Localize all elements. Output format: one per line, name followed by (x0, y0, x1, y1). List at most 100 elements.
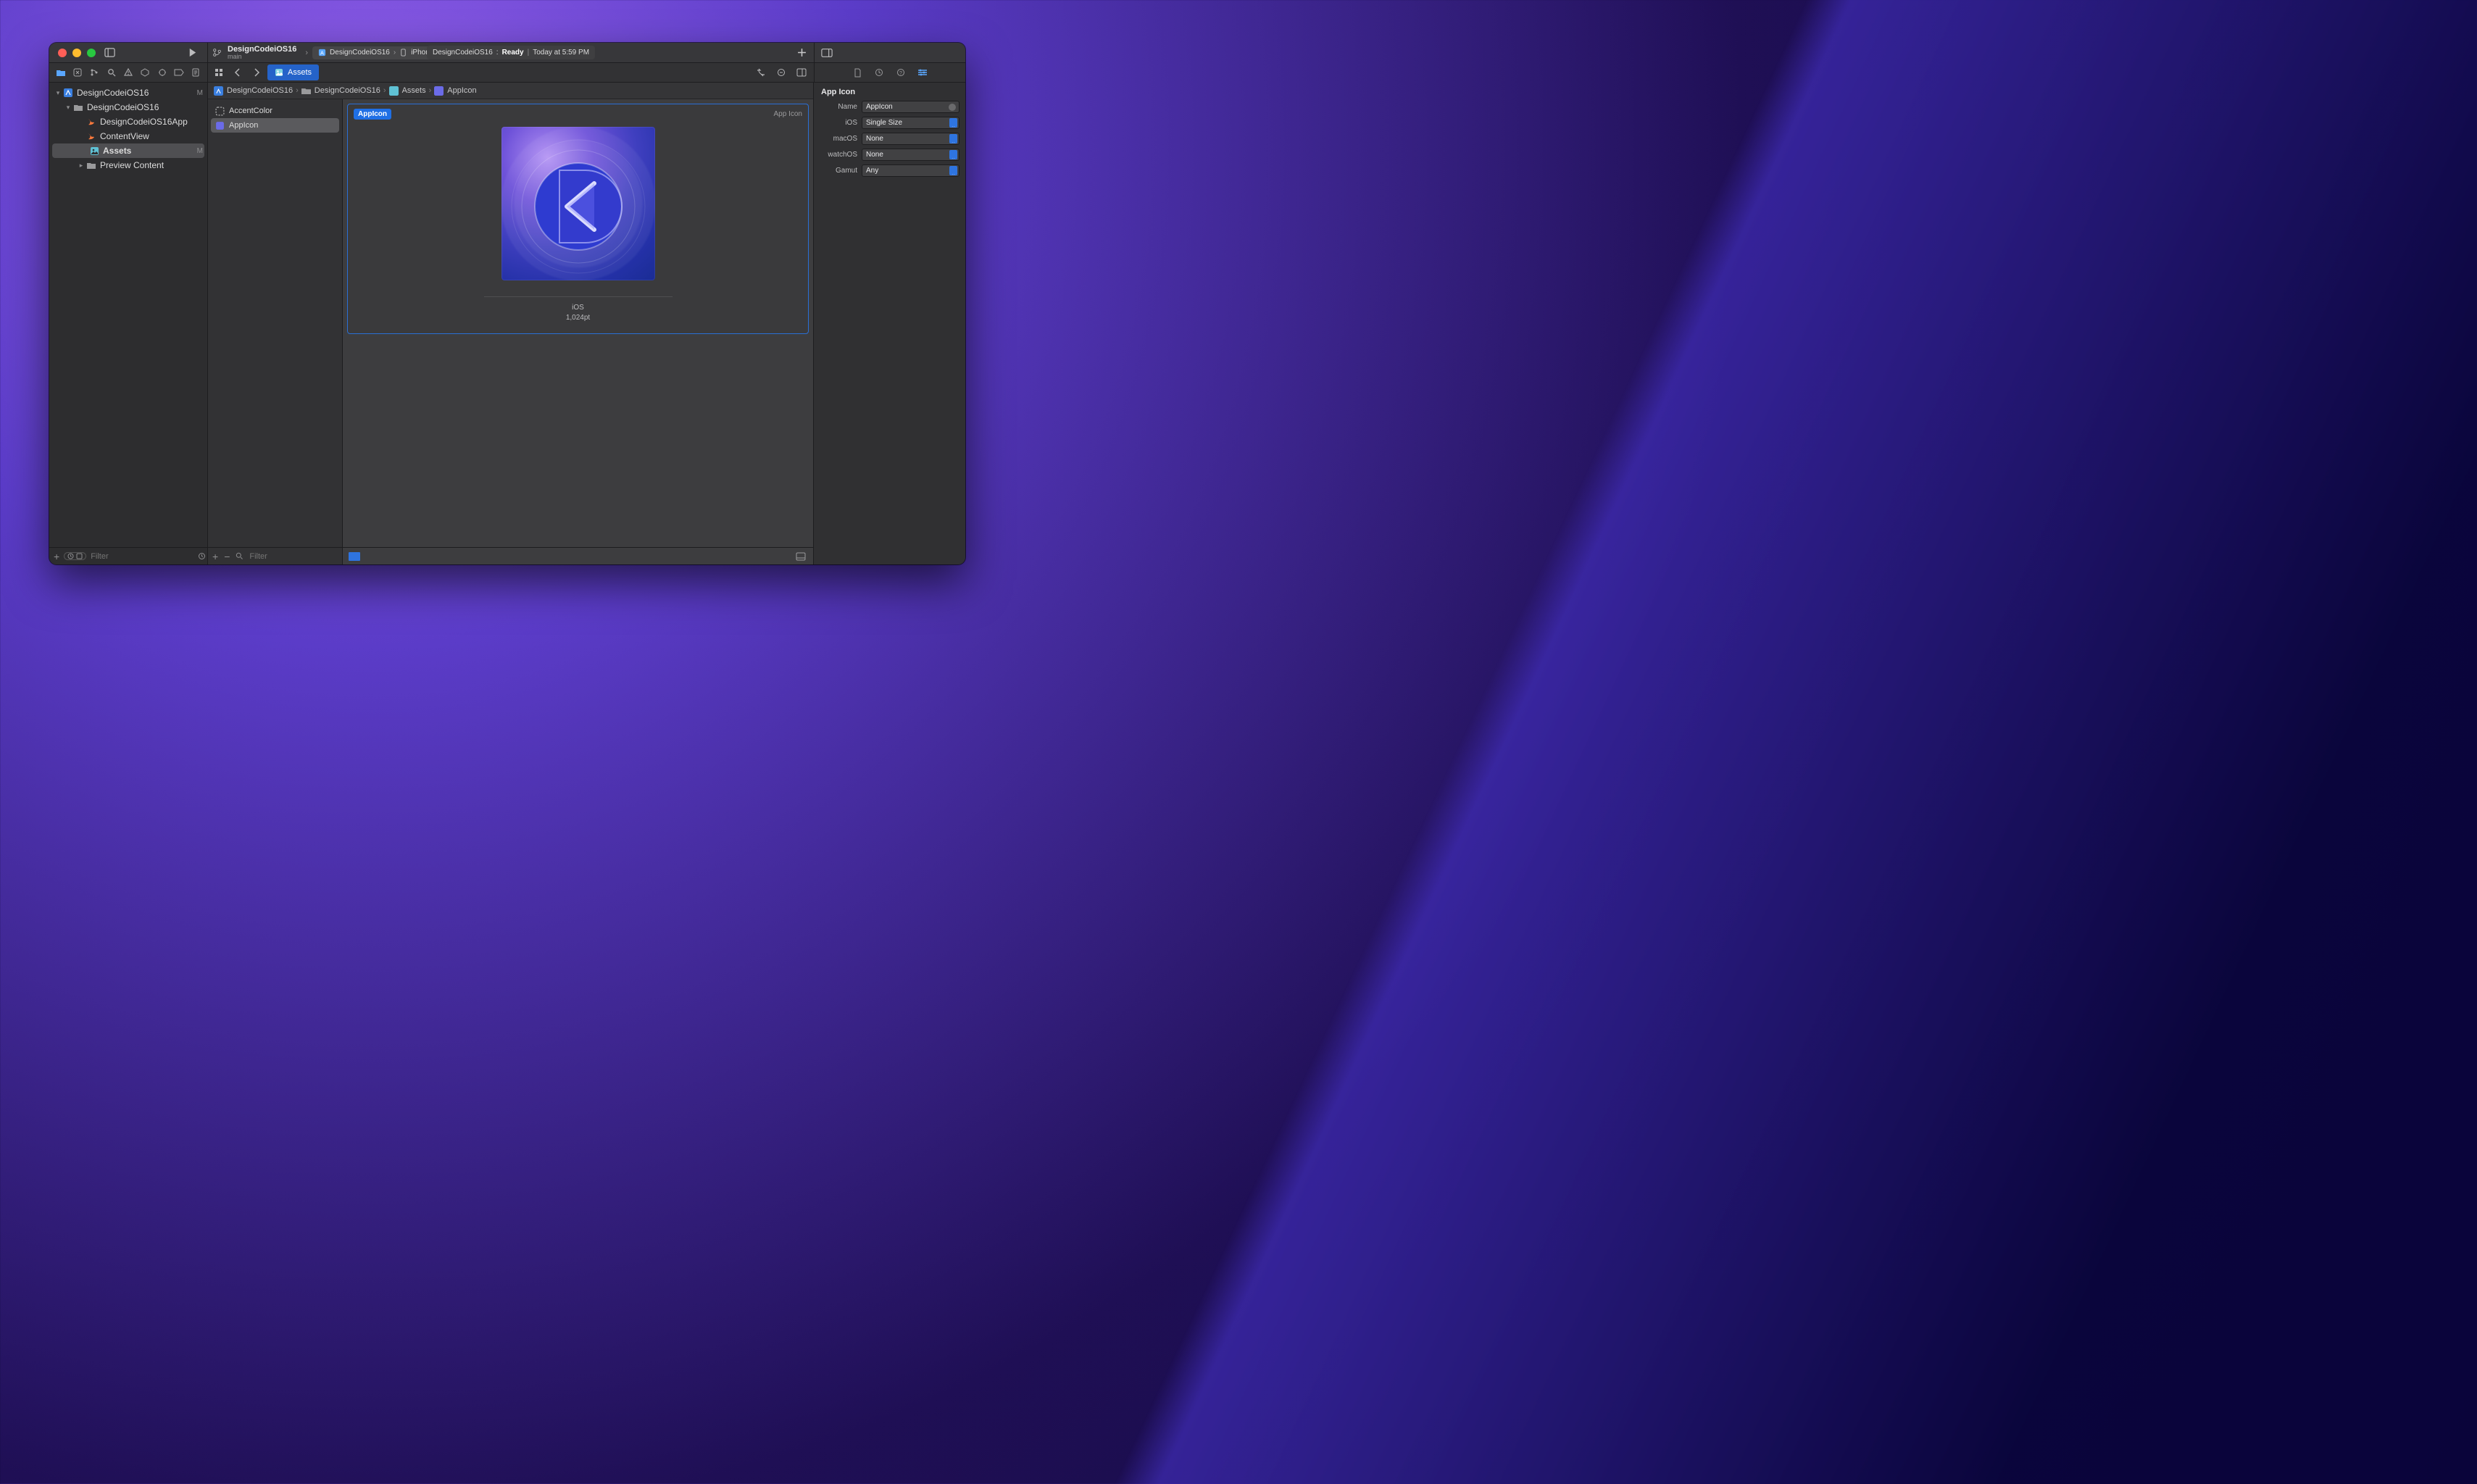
find-navigator-tab[interactable] (103, 64, 120, 80)
chevron-right-icon: › (394, 49, 396, 57)
help-inspector-tab[interactable]: ? (895, 68, 907, 77)
tree-assets-file[interactable]: Assets M (52, 143, 204, 158)
gamut-select[interactable]: Any (862, 164, 959, 177)
go-forward-button[interactable] (249, 64, 265, 80)
field-label: iOS (820, 119, 857, 127)
zoom-window-button[interactable] (87, 49, 96, 57)
run-button[interactable] (184, 46, 200, 60)
related-items-button[interactable] (211, 64, 227, 80)
asset-appicon[interactable]: AppIcon (211, 118, 339, 133)
asset-catalog-editor: AccentColor AppIcon + − (208, 99, 813, 564)
appicon-image-well[interactable] (501, 127, 655, 280)
device-icon (399, 49, 407, 57)
toggle-navigator-button[interactable] (101, 46, 117, 60)
appicon-set-icon (215, 121, 225, 130)
editor-tab-bar: Assets (208, 63, 814, 82)
window-body: ▾ DesignCodeiOS16 M ▾ DesignCodeiOS16 De… (49, 83, 965, 564)
editor-area: DesignCodeiOS16 › DesignCodeiOS16 › Asse… (208, 83, 814, 564)
tree-swift-file[interactable]: DesignCodeiOS16App (49, 114, 207, 129)
jumpbar-crumb[interactable]: Assets (389, 86, 426, 96)
titlebar-right (814, 43, 965, 62)
tree-project-root[interactable]: ▾ DesignCodeiOS16 M (49, 86, 207, 100)
attributes-inspector-tab[interactable] (917, 68, 928, 77)
toggle-debug-area-button[interactable] (794, 552, 807, 561)
add-file-button[interactable]: + (54, 551, 59, 562)
clear-icon[interactable] (949, 104, 956, 111)
go-back-button[interactable] (230, 64, 246, 80)
report-navigator-tab[interactable] (188, 64, 204, 80)
activity-status[interactable]: DesignCodeiOS16: Ready | Today at 5:59 P… (427, 46, 595, 59)
inspector-row-name: Name AppIcon (820, 101, 959, 113)
issue-navigator-tab[interactable] (120, 64, 136, 80)
project-navigator-tab[interactable] (52, 64, 69, 80)
adjust-editor-options-button[interactable] (773, 64, 789, 80)
inspector-selector-bar: ? (814, 63, 965, 82)
inspector-row-watchos: watchOS None (820, 149, 959, 161)
field-label: Gamut (820, 167, 857, 175)
project-name: DesignCodeiOS16 (228, 46, 296, 54)
editor-tab-label: Assets (288, 68, 312, 77)
jump-bar[interactable]: DesignCodeiOS16 › DesignCodeiOS16 › Asse… (208, 83, 813, 99)
xcode-project-icon (62, 87, 74, 99)
jumpbar-crumb[interactable]: DesignCodeiOS16 (301, 86, 380, 96)
source-control-navigator-tab[interactable] (69, 64, 86, 80)
jumpbar-crumb[interactable]: DesignCodeiOS16 (214, 86, 293, 96)
source-control-icon[interactable] (212, 48, 222, 57)
appicon-set-card[interactable]: AppIcon App Icon (347, 104, 809, 334)
tag-chip[interactable] (349, 552, 360, 561)
popup-indicator-icon (949, 118, 957, 128)
disclosure-triangle-icon[interactable]: ▾ (54, 89, 62, 97)
add-editor-right-button[interactable] (794, 64, 809, 80)
disclosure-triangle-icon[interactable]: ▾ (64, 104, 72, 112)
tree-swift-file[interactable]: ContentView (49, 129, 207, 143)
jumpbar-crumb[interactable]: AppIcon (434, 86, 476, 96)
inspector-section-title: App Icon (814, 83, 965, 101)
breakpoint-navigator-tab[interactable] (170, 64, 187, 80)
review-changes-button[interactable] (753, 64, 769, 80)
field-label: watchOS (820, 151, 857, 159)
editor-footer (343, 547, 813, 564)
clock-icon[interactable] (198, 552, 206, 560)
asset-outline-footer: + − (208, 547, 342, 564)
add-editor-button[interactable] (794, 48, 809, 57)
status-timestamp: Today at 5:59 PM (533, 49, 589, 57)
minimize-window-button[interactable] (72, 49, 81, 57)
inspector-row-ios: iOS Single Size (820, 117, 959, 129)
symbol-navigator-tab[interactable] (86, 64, 103, 80)
project-tree[interactable]: ▾ DesignCodeiOS16 M ▾ DesignCodeiOS16 De… (49, 83, 207, 547)
test-navigator-tab[interactable] (137, 64, 154, 80)
tree-node-label: DesignCodeiOS16 (87, 102, 159, 112)
asset-filter-input[interactable] (249, 552, 352, 561)
history-inspector-tab[interactable] (873, 68, 885, 77)
tree-folder[interactable]: ▸ Preview Content (49, 158, 207, 172)
name-field[interactable]: AppIcon (862, 101, 959, 113)
macos-select[interactable]: None (862, 133, 959, 145)
asset-accentcolor[interactable]: AccentColor (211, 104, 339, 118)
scheme-project-block[interactable]: DesignCodeiOS16 main (226, 46, 301, 60)
asset-canvas: AppIcon App Icon (343, 99, 813, 564)
library-button[interactable] (820, 48, 833, 58)
recent-filter-button[interactable] (64, 552, 86, 560)
status-state: Ready (502, 49, 524, 57)
popup-indicator-icon (949, 150, 957, 159)
file-inspector-tab[interactable] (852, 68, 863, 78)
debug-navigator-tab[interactable] (154, 64, 170, 80)
tree-node-label: DesignCodeiOS16App (100, 117, 188, 127)
remove-asset-button[interactable]: − (224, 551, 230, 562)
folder-icon (301, 86, 311, 96)
watchos-select[interactable]: None (862, 149, 959, 161)
navigator-selector-bar (49, 63, 208, 82)
editor-tab-assets[interactable]: Assets (267, 64, 319, 80)
set-kind-label: App Icon (774, 110, 802, 118)
add-asset-button[interactable]: + (212, 551, 218, 562)
folder-icon (86, 159, 97, 171)
field-label: Name (820, 103, 857, 111)
appicon-set-icon (434, 86, 444, 96)
ios-select[interactable]: Single Size (862, 117, 959, 129)
close-window-button[interactable] (58, 49, 67, 57)
navigator-filter-input[interactable] (91, 552, 193, 561)
disclosure-triangle-icon[interactable]: ▸ (77, 162, 86, 170)
field-label: macOS (820, 135, 857, 143)
tree-group[interactable]: ▾ DesignCodeiOS16 (49, 100, 207, 114)
tree-node-label: ContentView (100, 131, 149, 141)
